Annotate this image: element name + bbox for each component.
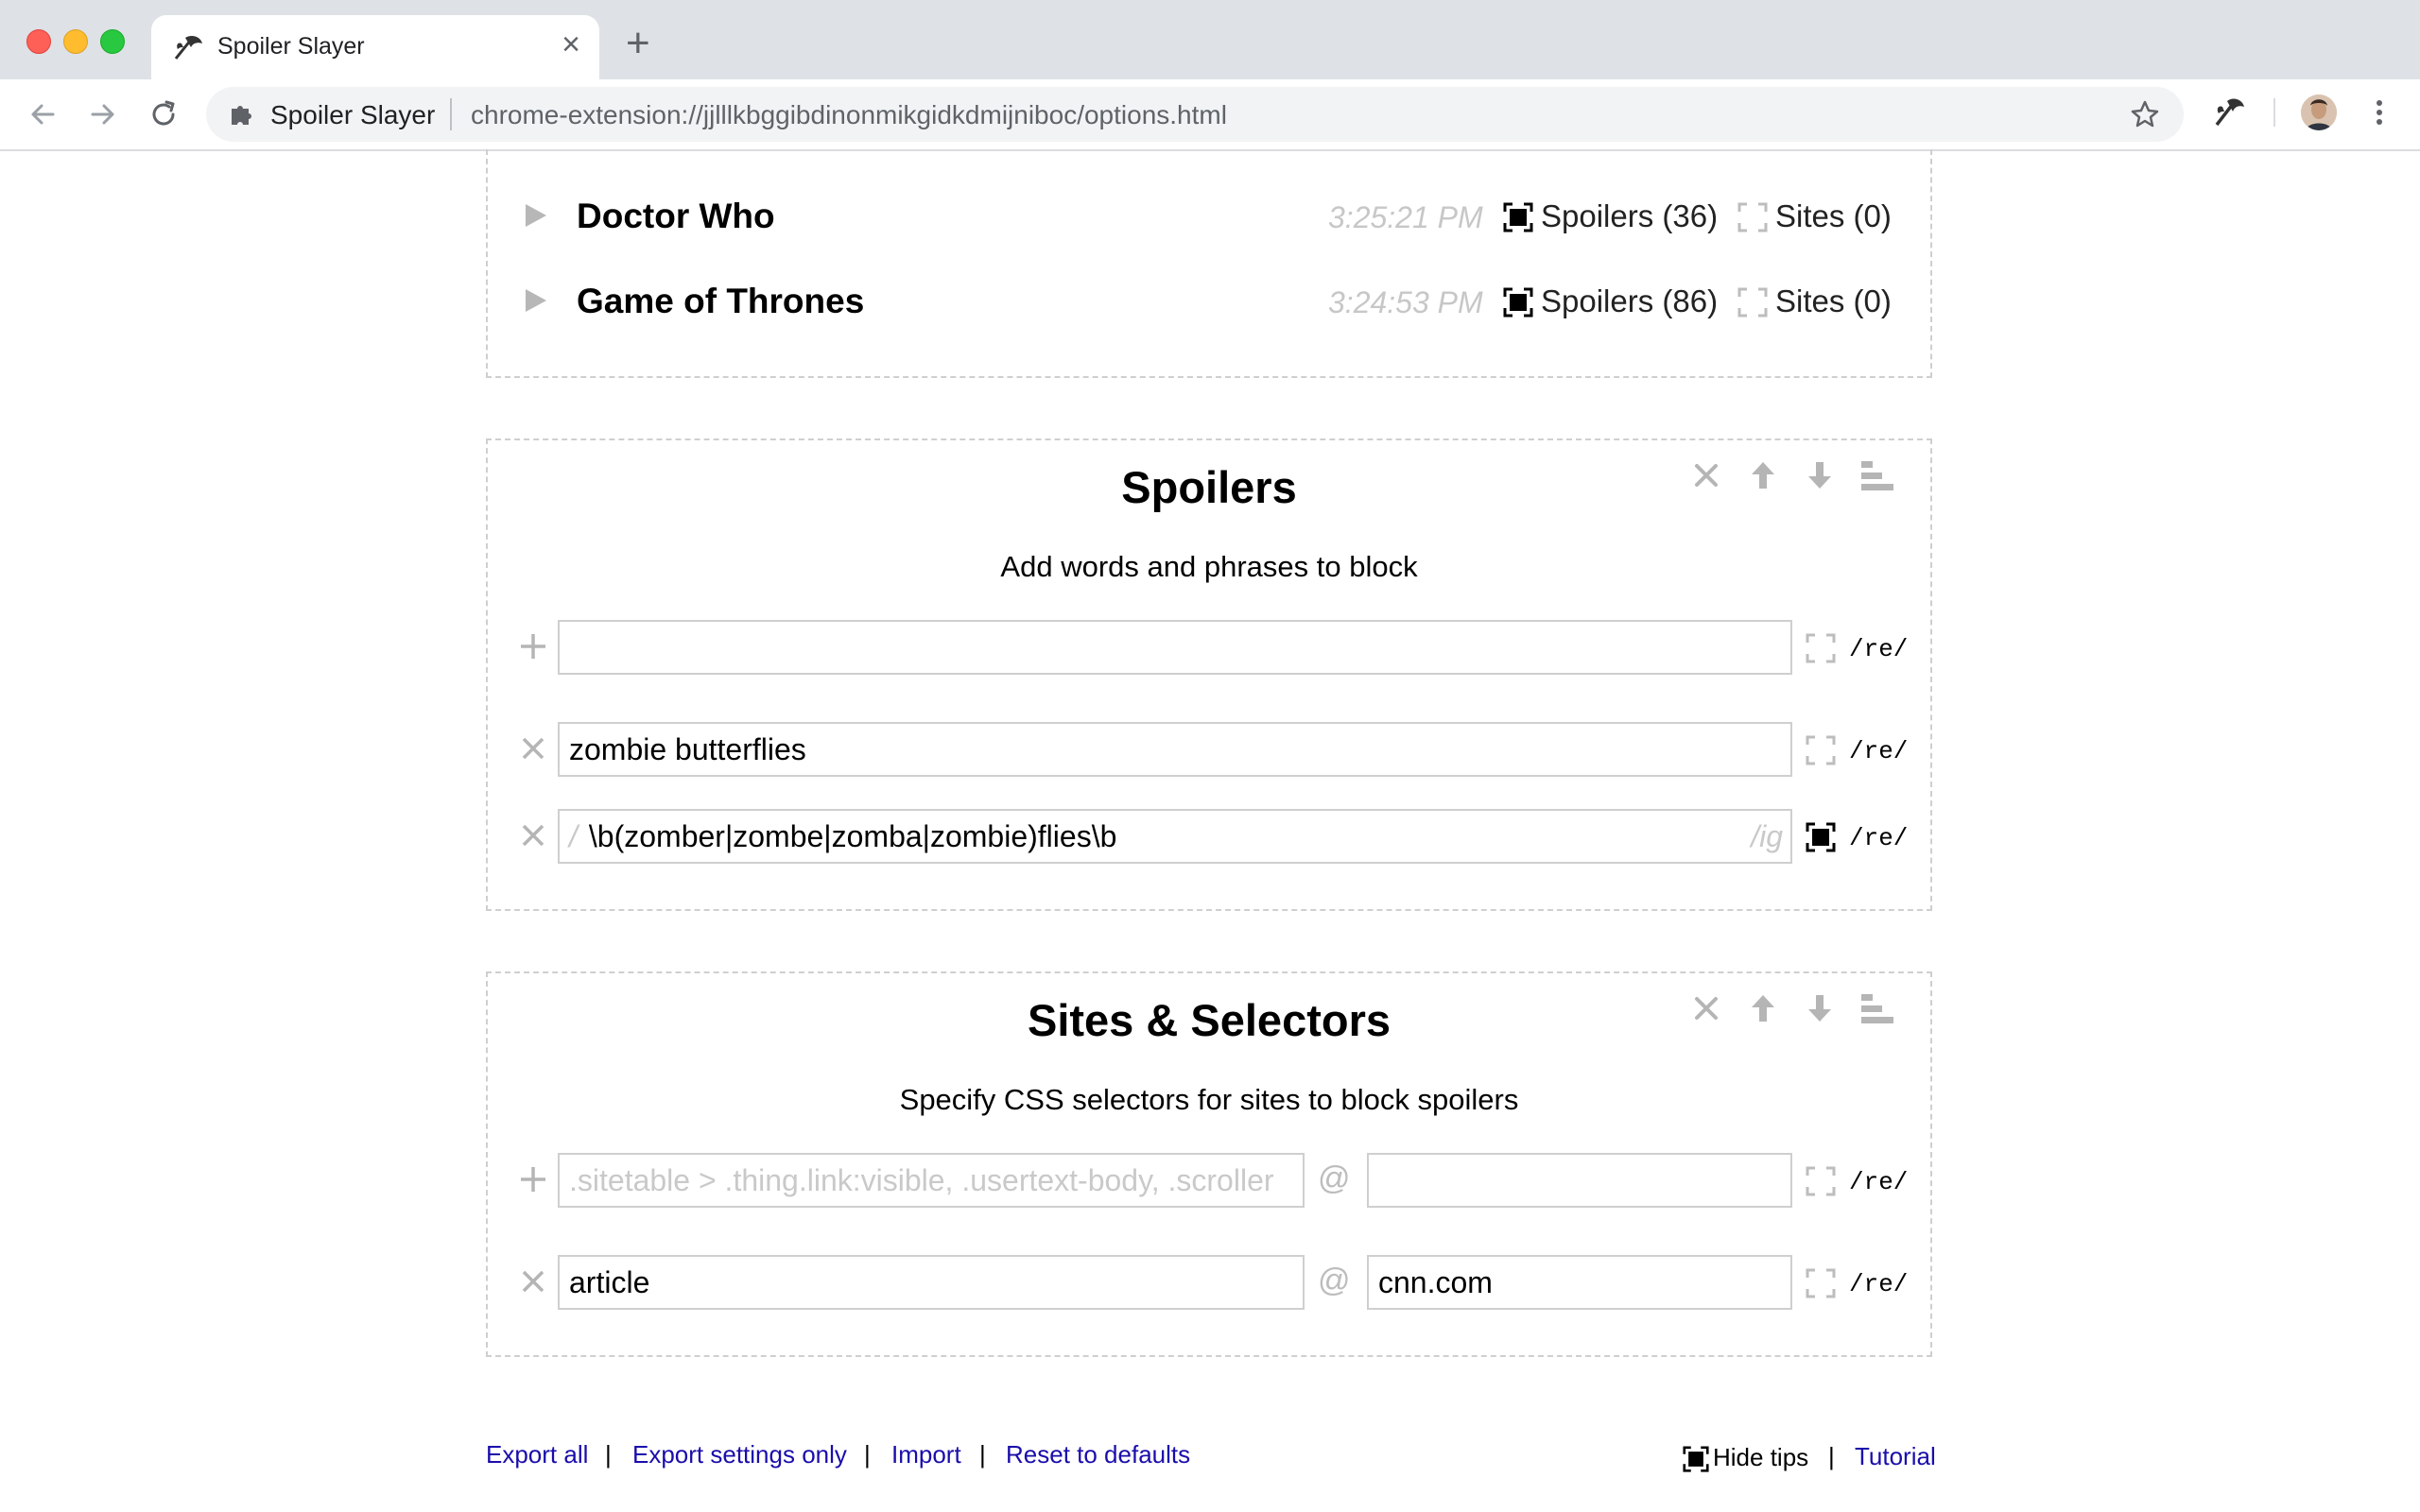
url-text[interactable]: chrome-extension://jjlllkbggibdinonmikgi… (471, 100, 1227, 130)
checked-checkbox-icon[interactable] (1503, 202, 1533, 232)
unchecked-checkbox-icon[interactable] (1737, 287, 1768, 318)
remove-icon[interactable] (516, 731, 550, 765)
import-link[interactable]: Import (891, 1440, 961, 1469)
star-icon[interactable] (2129, 98, 2161, 130)
move-down-icon[interactable] (1802, 990, 1838, 1026)
group-row[interactable]: Game of Thrones 3:24:53 PM Spoilers (86)… (488, 274, 1930, 331)
group-sites-label[interactable]: Sites (0) (1775, 198, 1892, 234)
collapse-icon[interactable] (1858, 990, 1894, 1026)
regex-label: /re/ (1849, 824, 1909, 852)
tab-close-icon[interactable]: × (562, 28, 580, 60)
selector-input[interactable]: article (558, 1255, 1305, 1310)
regex-label: /re/ (1849, 1168, 1909, 1196)
panel-subtitle: Specify CSS selectors for sites to block… (899, 1083, 1519, 1116)
export-all-link[interactable]: Export all (486, 1440, 588, 1469)
expand-arrow-icon[interactable] (526, 204, 546, 227)
browser-tab[interactable]: Spoiler Slayer × (151, 15, 599, 79)
move-down-icon[interactable] (1802, 457, 1838, 493)
group-title[interactable]: Doctor Who (577, 197, 775, 236)
group-timestamp: 3:24:53 PM (1328, 285, 1483, 319)
tab-strip: Spoiler Slayer × + (0, 0, 2420, 79)
expand-arrow-icon[interactable] (526, 289, 546, 312)
new-selector-input[interactable]: .sitetable > .thing.link:visible, .usert… (558, 1153, 1305, 1208)
reset-defaults-link[interactable]: Reset to defaults (1006, 1440, 1190, 1469)
footer-separator: | (864, 1440, 871, 1469)
at-sign: @ (1318, 1263, 1351, 1298)
profile-avatar[interactable] (2301, 94, 2337, 130)
regex-label: /re/ (1849, 635, 1909, 663)
regex-label: /re/ (1849, 737, 1909, 765)
footer-separator: | (1828, 1442, 1835, 1470)
omnibox-divider (450, 98, 452, 130)
back-arrow-icon[interactable] (25, 96, 60, 132)
spoilers-panel: Spoilers Add words and phrases to block … (486, 438, 1932, 911)
new-tab-button[interactable]: + (626, 23, 650, 64)
add-icon[interactable] (516, 1162, 550, 1196)
export-settings-link[interactable]: Export settings only (632, 1440, 847, 1469)
address-bar[interactable]: Spoiler Slayer chrome-extension://jjlllk… (206, 87, 2184, 142)
group-spoilers-label[interactable]: Spoilers (36) (1541, 198, 1718, 234)
regex-checked-icon[interactable] (1806, 822, 1836, 852)
move-up-icon[interactable] (1745, 990, 1781, 1026)
close-icon[interactable] (1688, 990, 1724, 1026)
minimize-window-button[interactable] (63, 29, 88, 54)
remove-icon[interactable] (516, 1264, 550, 1298)
group-spoilers-label[interactable]: Spoilers (86) (1541, 284, 1718, 319)
group-title[interactable]: Game of Thrones (577, 282, 864, 321)
regex-prefix: / (569, 819, 578, 853)
remove-icon[interactable] (516, 818, 550, 852)
new-spoiler-input[interactable] (558, 620, 1792, 675)
axe-icon (174, 36, 202, 60)
forward-arrow-icon[interactable] (85, 96, 121, 132)
checked-checkbox-icon[interactable] (1503, 287, 1533, 318)
close-window-button[interactable] (26, 29, 51, 54)
unchecked-checkbox-icon[interactable] (1737, 202, 1768, 232)
group-sites-label[interactable]: Sites (0) (1775, 284, 1892, 319)
axe-extension-icon[interactable] (2212, 96, 2246, 129)
puzzle-piece-icon (232, 106, 251, 125)
zoom-window-button[interactable] (100, 29, 125, 54)
person-icon (2301, 94, 2337, 130)
at-sign: @ (1318, 1160, 1351, 1196)
sites-panel: Sites & Selectors Specify CSS selectors … (486, 971, 1932, 1357)
regex-checkbox-icon[interactable] (1806, 735, 1836, 765)
footer-separator: | (979, 1440, 986, 1469)
reload-icon[interactable] (146, 96, 182, 132)
more-menu-icon[interactable] (2363, 96, 2395, 129)
regex-label: /re/ (1849, 1270, 1909, 1298)
toolbar-divider (2273, 98, 2275, 127)
collapse-icon[interactable] (1858, 457, 1894, 493)
hide-tips-checkbox-icon[interactable] (1683, 1446, 1709, 1472)
move-up-icon[interactable] (1745, 457, 1781, 493)
regex-checkbox-icon[interactable] (1806, 633, 1836, 663)
add-icon[interactable] (516, 629, 550, 663)
selector-placeholder: .sitetable > .thing.link:visible, .usert… (569, 1163, 1274, 1197)
hide-tips-label[interactable]: Hide tips (1713, 1443, 1808, 1472)
site-input[interactable]: cnn.com (1367, 1255, 1792, 1310)
regex-checkbox-icon[interactable] (1806, 1268, 1836, 1298)
groups-panel: Doctor Who 3:25:21 PM Spoilers (36) Site… (486, 149, 1932, 378)
spoiler-input[interactable]: zombie butterflies (558, 722, 1792, 777)
new-site-input[interactable] (1367, 1153, 1792, 1208)
footer-separator: | (605, 1440, 612, 1469)
group-row[interactable]: Doctor Who 3:25:21 PM Spoilers (36) Site… (488, 189, 1930, 246)
close-icon[interactable] (1688, 457, 1724, 493)
regex-value: \b(zomber|zombe|zomba|zombie)flies\b (588, 819, 1117, 853)
tutorial-link[interactable]: Tutorial (1855, 1442, 1936, 1471)
regex-checkbox-icon[interactable] (1806, 1166, 1836, 1196)
extension-name: Spoiler Slayer (270, 100, 436, 129)
spoiler-regex-input[interactable]: / \b(zomber|zombe|zomba|zombie)flies\b /i… (558, 809, 1792, 864)
tab-title: Spoiler Slayer (217, 33, 365, 60)
regex-flags: /ig (1751, 819, 1783, 853)
browser-toolbar: Spoiler Slayer chrome-extension://jjlllk… (0, 79, 2420, 151)
group-timestamp: 3:25:21 PM (1328, 200, 1483, 234)
panel-subtitle: Add words and phrases to block (1000, 550, 1418, 583)
